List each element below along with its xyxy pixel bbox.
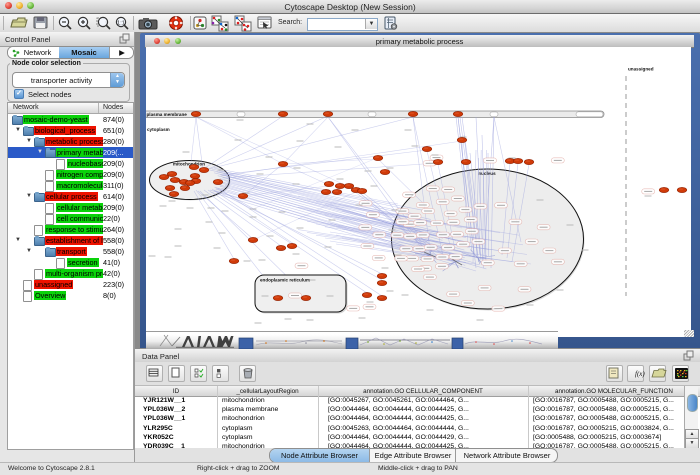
- svg-text:plasma membrane: plasma membrane: [147, 112, 188, 117]
- svg-text:f(x): f(x): [635, 370, 645, 378]
- svg-text:1:1: 1:1: [117, 21, 125, 27]
- svg-text:endoplasmic reticulum: endoplasmic reticulum: [260, 278, 310, 283]
- svg-text:mitochondrion: mitochondrion: [173, 162, 205, 167]
- svg-text:cytoplasm: cytoplasm: [147, 127, 170, 132]
- svg-text:unassigned: unassigned: [628, 67, 654, 72]
